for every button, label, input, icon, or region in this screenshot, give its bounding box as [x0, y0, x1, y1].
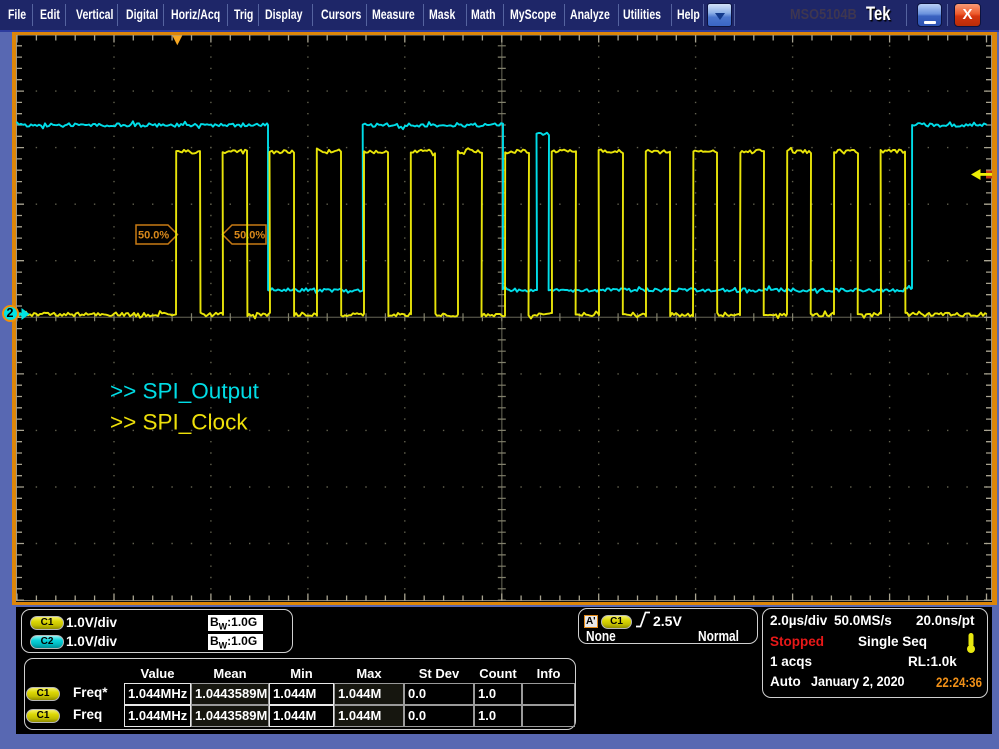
- svg-text:50.0%: 50.0%: [138, 229, 169, 241]
- svg-text:>> SPI_Output: >> SPI_Output: [110, 378, 260, 403]
- svg-text:>> SPI_Clock: >> SPI_Clock: [110, 409, 248, 434]
- svg-text:50.0%: 50.0%: [234, 229, 265, 241]
